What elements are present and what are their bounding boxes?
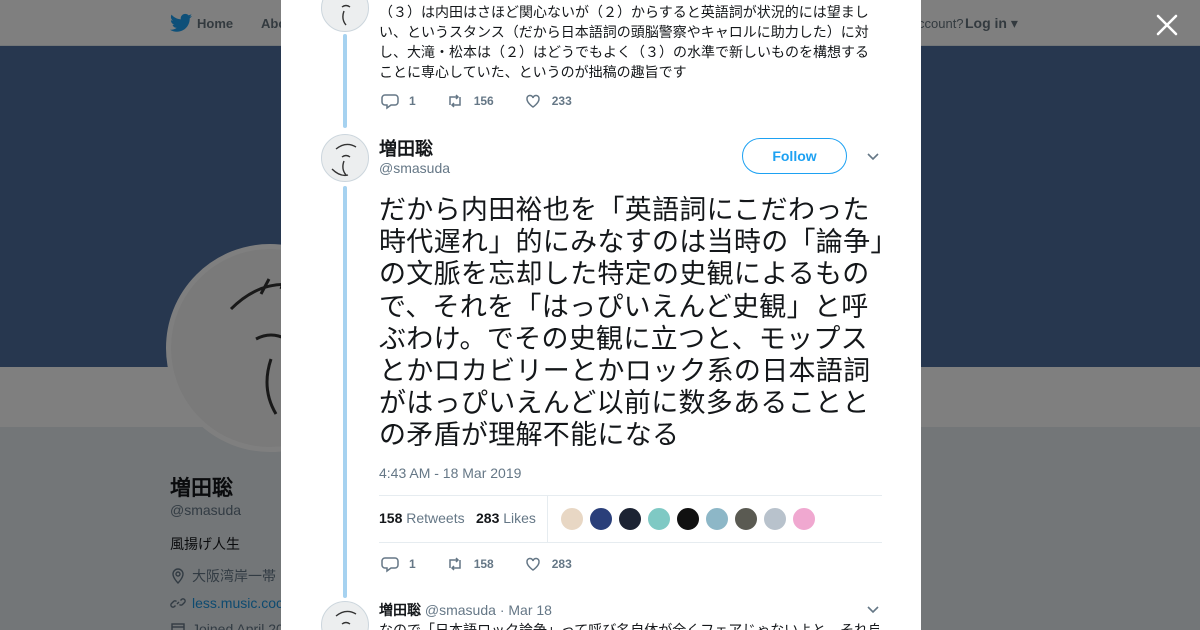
main-tweet-avatar[interactable] <box>321 134 369 182</box>
reply-icon <box>381 557 399 573</box>
chevron-down-icon[interactable] <box>866 150 880 164</box>
liker-avatar[interactable] <box>589 507 613 531</box>
liker-avatar[interactable] <box>734 507 758 531</box>
retweet-count: 156 <box>473 94 494 108</box>
next-tweet-header: 増田聡 @smasuda · Mar 18 <box>379 600 552 620</box>
avatar-sketch-icon <box>335 610 357 625</box>
prev-tweet-text: （３）は内田はさほど関心ないが（２）からすると英語詞が状況的には望ましい、という… <box>379 4 869 80</box>
tweet-permalink-modal: （３）は内田はさほど関心ないが（２）からすると英語詞が状況的には望ましい、という… <box>281 0 921 630</box>
prev-tweet-actions: 1 156 233 <box>381 92 602 110</box>
author-name[interactable]: 増田聡 <box>379 135 433 161</box>
chevron-down-icon[interactable] <box>866 603 880 617</box>
reply-count: 1 <box>409 94 416 108</box>
stats-divider <box>547 496 548 542</box>
prev-tweet-avatar[interactable] <box>321 0 369 32</box>
avatar-sketch-icon <box>331 143 357 177</box>
like-stat-label: Likes <box>503 510 536 526</box>
liker-avatar[interactable] <box>763 507 787 531</box>
heart-icon <box>525 557 540 571</box>
tweet-stats: 158 Retweets 283 Likes <box>379 495 882 543</box>
liker-avatar[interactable] <box>647 507 671 531</box>
like-stat[interactable]: 283 Likes <box>476 510 536 526</box>
next-tweet-author[interactable]: 増田聡 <box>379 602 421 618</box>
retweet-count: 158 <box>473 557 494 571</box>
follow-button[interactable]: Follow <box>742 138 847 174</box>
retweet-button[interactable]: 156 <box>446 92 494 110</box>
like-count: 233 <box>551 94 572 108</box>
liker-avatar[interactable] <box>676 507 700 531</box>
liker-avatars <box>560 507 816 531</box>
tweet-text: だから内田裕也を「英語詞にこだわった時代遅れ」的にみなすのは当時の「論争」の文脈… <box>379 195 885 451</box>
like-button[interactable]: 233 <box>524 92 572 110</box>
retweet-button[interactable]: 158 <box>446 555 494 573</box>
retweet-stat-count: 158 <box>379 510 403 526</box>
next-tweet-handle[interactable]: @smasuda <box>425 602 496 618</box>
reply-count: 1 <box>409 557 416 571</box>
follow-label: Follow <box>772 148 817 164</box>
author-handle[interactable]: @smasuda <box>379 160 450 176</box>
like-button[interactable]: 283 <box>524 555 572 573</box>
reply-button[interactable]: 1 <box>381 92 416 110</box>
heart-icon <box>525 94 540 108</box>
retweet-stat[interactable]: 158 Retweets <box>379 510 465 526</box>
main-tweet-actions: 1 158 283 <box>381 555 602 573</box>
thread-connector-line <box>343 186 347 598</box>
retweet-icon <box>448 94 461 108</box>
liker-avatar[interactable] <box>560 507 584 531</box>
next-tweet-date[interactable]: · Mar 18 <box>500 602 552 618</box>
next-tweet-avatar[interactable] <box>321 601 369 630</box>
like-stat-count: 283 <box>476 510 500 526</box>
next-tweet-text: なので「日本語ロック論争」って呼び名自体が全くフェアじゃないよと。それ自 <box>379 622 879 630</box>
tweet-timestamp[interactable]: 4:43 AM - 18 Mar 2019 <box>379 465 521 481</box>
thread-connector-line <box>343 34 347 128</box>
reply-icon <box>381 94 399 110</box>
avatar-sketch-icon <box>341 4 351 26</box>
liker-avatar[interactable] <box>792 507 816 531</box>
liker-avatar[interactable] <box>705 507 729 531</box>
like-count: 283 <box>551 557 572 571</box>
liker-avatar[interactable] <box>618 507 642 531</box>
close-icon[interactable] <box>1154 12 1180 38</box>
retweet-icon <box>448 557 461 571</box>
retweet-stat-label: Retweets <box>406 510 465 526</box>
reply-button[interactable]: 1 <box>381 555 416 573</box>
